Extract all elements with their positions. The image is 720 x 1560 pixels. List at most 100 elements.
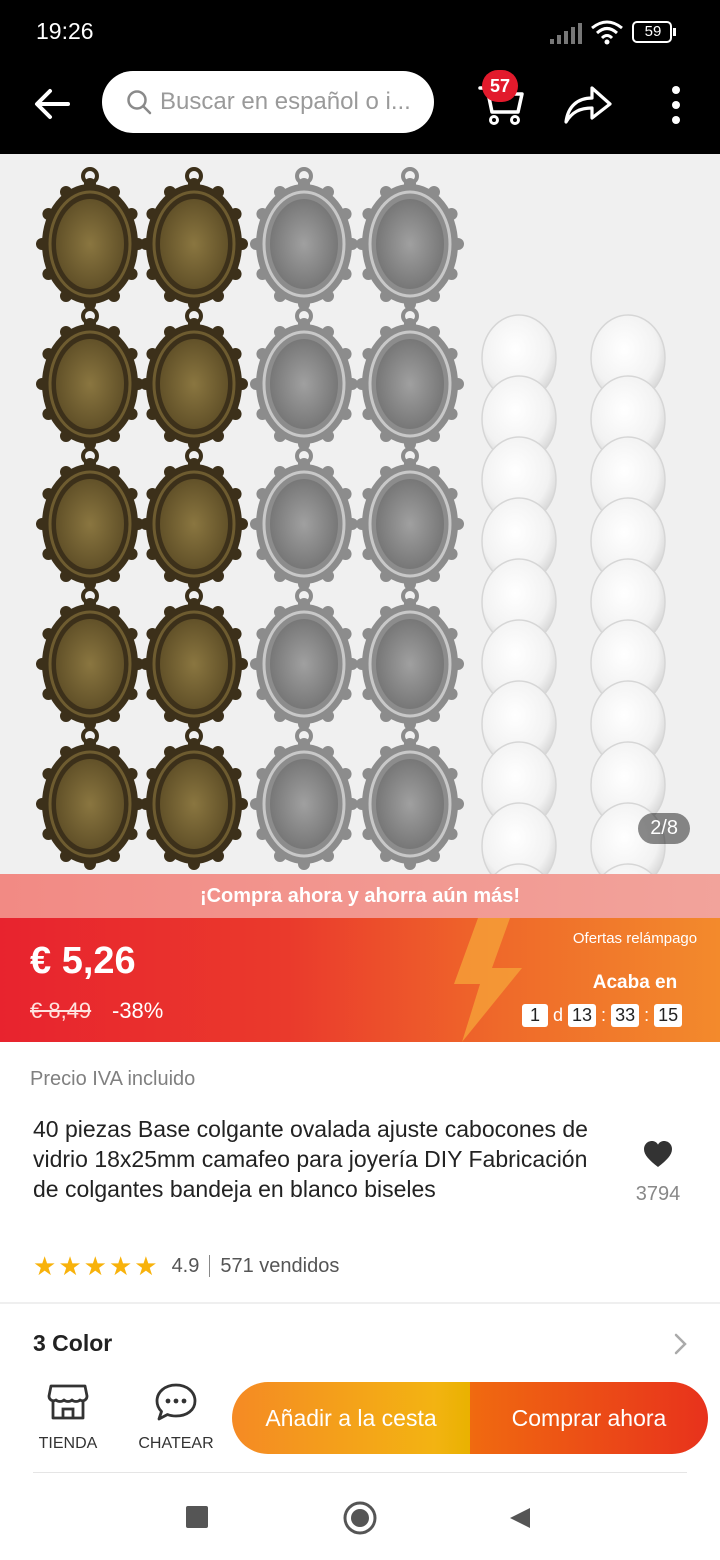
pendant-bronze-ornament bbox=[42, 268, 55, 280]
pendant-silver-tray bbox=[270, 619, 338, 709]
pendant-silver-ornament bbox=[298, 318, 310, 330]
pendant-bronze-ornament bbox=[188, 318, 200, 330]
pendant-silver-ornament bbox=[380, 849, 392, 862]
system-back-icon[interactable] bbox=[508, 1506, 532, 1530]
pendant-bronze-ornament bbox=[164, 606, 176, 619]
pendant-silver-ornament bbox=[339, 488, 352, 500]
pendant-silver-ornament bbox=[274, 186, 286, 199]
search-bar[interactable] bbox=[102, 71, 434, 133]
pendant-bronze-tray bbox=[160, 759, 228, 849]
back-arrow-icon[interactable] bbox=[28, 80, 76, 128]
promo-banner[interactable]: ¡Compra ahora y ahorra aún más! bbox=[0, 874, 720, 918]
pendant-silver-ornament bbox=[404, 858, 416, 870]
pendant-silver-ornament bbox=[356, 378, 368, 390]
pendant-silver-ornament bbox=[428, 606, 440, 619]
pendant-silver-tray bbox=[270, 199, 338, 289]
variant-selector[interactable]: 3 Color bbox=[0, 1318, 720, 1370]
pendant-silver-ornament bbox=[322, 289, 334, 302]
pendant-silver-ornament bbox=[404, 738, 416, 750]
star-icon: ★ bbox=[83, 1251, 107, 1281]
pendant-bronze-ornament bbox=[125, 208, 138, 220]
pendant-silver-ornament bbox=[298, 598, 310, 610]
pendant-silver-ornament bbox=[445, 628, 458, 640]
pendant-bronze-ornament bbox=[146, 268, 159, 280]
pendant-silver-tray bbox=[270, 339, 338, 429]
pendant-bronze-ornament bbox=[164, 429, 176, 442]
pendant-bronze-ornament bbox=[236, 798, 248, 810]
pendant-silver-ornament bbox=[428, 466, 440, 479]
pendant-silver-ornament bbox=[322, 569, 334, 582]
rating-row[interactable]: ★ ★ ★ ★ ★ 4.9 571 vendidos bbox=[33, 1252, 339, 1280]
wishlist-button[interactable]: 3794 bbox=[618, 1140, 698, 1206]
product-image-gallery[interactable]: 2/8 bbox=[0, 154, 720, 874]
home-icon[interactable] bbox=[342, 1500, 378, 1536]
pendant-bronze-ornament bbox=[84, 858, 96, 870]
buy-now-button[interactable]: Comprar ahora bbox=[470, 1382, 708, 1454]
pendant-bronze-ornament bbox=[164, 746, 176, 759]
pendant-bronze-ornament bbox=[125, 768, 138, 780]
pendant-bronze-ornament bbox=[42, 408, 55, 420]
pendant-bronze-ornament bbox=[212, 746, 224, 759]
pendant-bronze-ornament bbox=[60, 289, 72, 302]
wifi-icon bbox=[591, 20, 623, 45]
purchase-buttons: Añadir a la cesta Comprar ahora bbox=[232, 1382, 708, 1454]
pendant-bronze-ornament bbox=[229, 268, 242, 280]
pendant-bronze-ornament bbox=[42, 488, 55, 500]
pendant-bronze-ornament bbox=[146, 768, 159, 780]
status-bar: 19:26 59 bbox=[0, 0, 720, 62]
pendant-bronze-ornament bbox=[164, 569, 176, 582]
store-button[interactable]: TIENDA bbox=[30, 1382, 106, 1453]
pendant-silver-ornament bbox=[428, 429, 440, 442]
chat-button[interactable]: CHATEAR bbox=[136, 1382, 216, 1453]
pendant-silver-ornament bbox=[298, 858, 310, 870]
pendant-silver-ornament bbox=[274, 289, 286, 302]
pendant-silver-ornament bbox=[298, 458, 310, 470]
pendant-bronze-ornament bbox=[146, 408, 159, 420]
pendant-bronze-ornament bbox=[125, 628, 138, 640]
pendant-bronze-ornament bbox=[140, 658, 152, 670]
discount-percent: -38% bbox=[112, 998, 164, 1023]
pendant-silver-ornament bbox=[339, 548, 352, 560]
recent-apps-icon[interactable] bbox=[186, 1506, 208, 1528]
pendant-silver-ornament bbox=[428, 569, 440, 582]
pendant-silver-ornament bbox=[380, 746, 392, 759]
pendant-bronze-tray bbox=[56, 619, 124, 709]
pendant-bronze-ornament bbox=[146, 208, 159, 220]
pendant-silver-ornament bbox=[250, 658, 262, 670]
pendant-silver-ornament bbox=[404, 598, 416, 610]
current-price: € 5,26 bbox=[30, 940, 136, 982]
pendant-bronze-ornament bbox=[60, 606, 72, 619]
pendant-bronze-tray bbox=[56, 339, 124, 429]
pendant-silver-tray bbox=[270, 479, 338, 569]
pendant-bronze-ornament bbox=[164, 289, 176, 302]
pendant-bronze-ornament bbox=[108, 569, 120, 582]
pendant-silver-ornament bbox=[256, 768, 269, 780]
pendant-bronze-ornament bbox=[229, 488, 242, 500]
pendant-silver-ornament bbox=[274, 326, 286, 339]
more-options-icon[interactable] bbox=[664, 82, 688, 128]
pendant-bronze-ornament bbox=[125, 828, 138, 840]
pendant-silver-ornament bbox=[445, 688, 458, 700]
pendant-bronze-ornament bbox=[108, 849, 120, 862]
battery-level: 59 bbox=[644, 23, 662, 40]
pendant-silver-tray bbox=[270, 759, 338, 849]
pendant-bronze-ornament bbox=[108, 606, 120, 619]
pendant-bronze-ornament bbox=[229, 548, 242, 560]
pendant-bronze-ornament bbox=[108, 289, 120, 302]
pendant-bronze-ornament bbox=[212, 326, 224, 339]
pendant-bronze-ornament bbox=[188, 178, 200, 190]
add-to-cart-button[interactable]: Añadir a la cesta bbox=[232, 1382, 470, 1454]
pendant-bronze-tray bbox=[56, 479, 124, 569]
pendant-silver-ornament bbox=[274, 709, 286, 722]
pendant-silver-ornament bbox=[428, 186, 440, 199]
store-icon bbox=[47, 1384, 89, 1420]
share-icon[interactable] bbox=[562, 84, 614, 126]
pendant-silver-ornament bbox=[380, 466, 392, 479]
pendant-silver-ornament bbox=[445, 348, 458, 360]
pendant-silver-ornament bbox=[322, 849, 334, 862]
pendant-silver-ornament bbox=[339, 628, 352, 640]
pendant-silver-tray bbox=[376, 619, 444, 709]
section-divider bbox=[0, 1302, 720, 1304]
search-input[interactable] bbox=[160, 88, 430, 116]
flash-deal-title: Ofertas relámpago bbox=[572, 930, 698, 947]
